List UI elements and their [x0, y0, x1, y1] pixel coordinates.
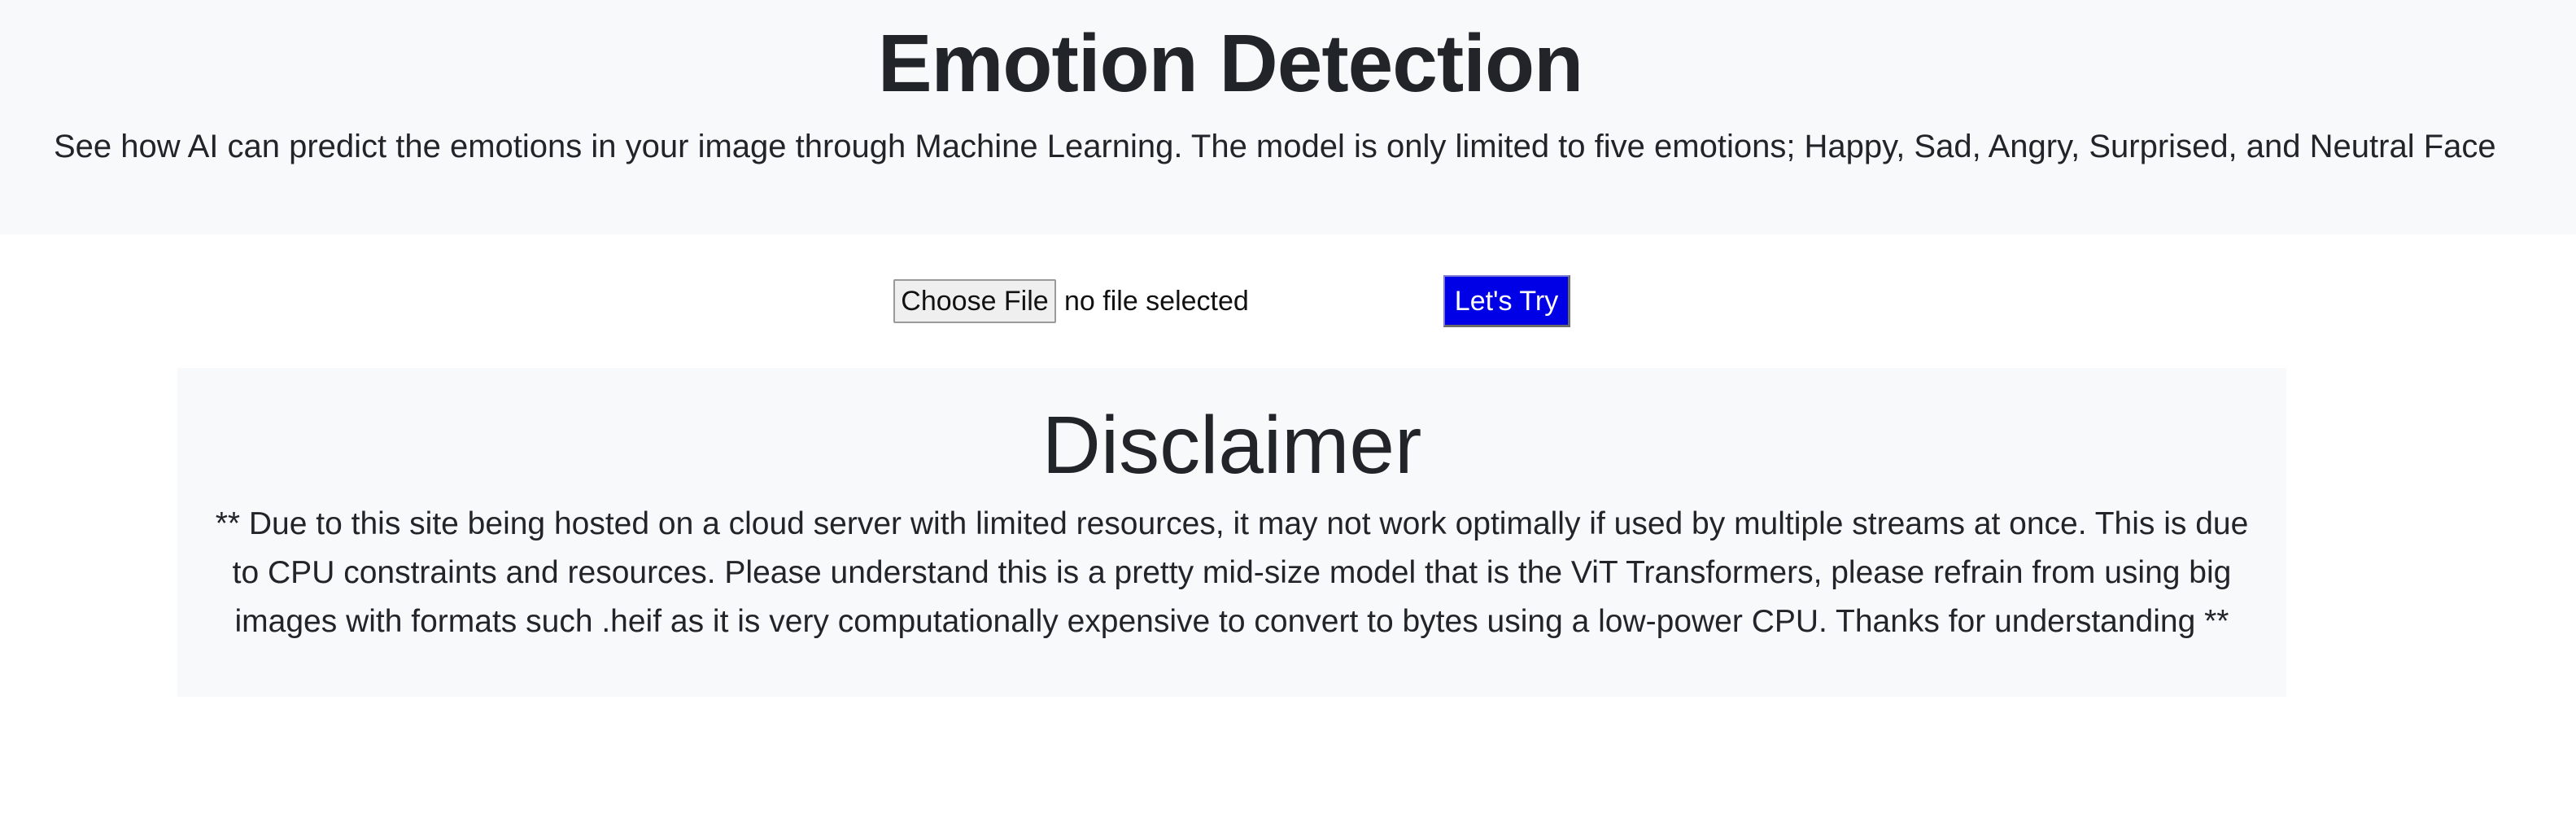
disclaimer-panel: Disclaimer ** Due to this site being hos… — [177, 368, 2286, 697]
choose-file-button[interactable]: Choose File — [893, 279, 1056, 323]
page-subtitle: See how AI can predict the emotions in y… — [54, 129, 2496, 164]
page-title: Emotion Detection — [877, 18, 1583, 109]
header-banner: Emotion Detection See how AI can predict… — [0, 0, 2576, 234]
upload-form: Choose File no file selected Let's Try — [0, 275, 2576, 327]
disclaimer-title: Disclaimer — [1041, 400, 1422, 491]
submit-button[interactable]: Let's Try — [1443, 275, 1570, 327]
disclaimer-text: ** Due to this site being hosted on a cl… — [215, 506, 2249, 639]
file-status-text: no file selected — [1064, 286, 1249, 317]
